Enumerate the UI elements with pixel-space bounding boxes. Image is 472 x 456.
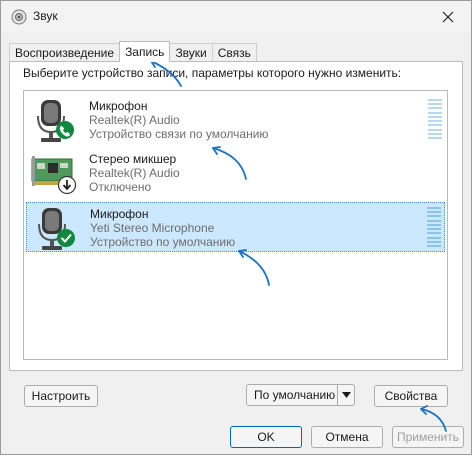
- recording-panel: Выберите устройство записи, параметры ко…: [9, 61, 463, 371]
- device-list[interactable]: Микрофон Realtek(R) Audio Устройство свя…: [23, 90, 448, 360]
- set-default-split-button[interactable]: По умолчанию: [246, 384, 355, 406]
- device-name: Стерео микшер: [89, 152, 177, 166]
- device-item-stereo-mix[interactable]: Стерео микшер Realtek(R) Audio Отключено: [26, 148, 445, 198]
- disabled-arrow-badge-icon: [57, 175, 77, 195]
- device-status: Устройство по умолчанию: [90, 235, 236, 249]
- check-badge-icon: [57, 229, 75, 247]
- sound-card-icon: [31, 156, 77, 195]
- device-driver: Realtek(R) Audio: [89, 166, 180, 180]
- cancel-button[interactable]: Отмена: [311, 426, 383, 448]
- properties-button[interactable]: Свойства: [374, 385, 448, 407]
- window-title: Звук: [33, 9, 58, 23]
- tab-strip: Воспроизведение Запись Звуки Связь: [9, 41, 257, 62]
- speaker-icon: [11, 9, 27, 25]
- tab-recording[interactable]: Запись: [119, 41, 171, 62]
- device-status: Устройство связи по умолчанию: [89, 127, 269, 141]
- dropdown-arrow[interactable]: [337, 385, 354, 405]
- instruction-text: Выберите устройство записи, параметры ко…: [23, 66, 402, 80]
- ok-button[interactable]: OK: [230, 426, 302, 448]
- device-name: Микрофон: [90, 207, 149, 221]
- device-driver: Realtek(R) Audio: [89, 113, 180, 127]
- tab-playback[interactable]: Воспроизведение: [9, 43, 121, 61]
- device-driver: Yeti Stereo Microphone: [90, 221, 215, 235]
- microphone-icon: [37, 100, 74, 142]
- tab-sounds[interactable]: Звуки: [169, 43, 213, 61]
- level-meter: [427, 207, 441, 247]
- device-item-microphone-yeti[interactable]: Микрофон Yeti Stereo Microphone Устройст…: [26, 202, 445, 252]
- level-meter: [428, 99, 442, 139]
- device-item-microphone-realtek[interactable]: Микрофон Realtek(R) Audio Устройство свя…: [26, 95, 445, 145]
- phone-badge-icon: [56, 121, 74, 139]
- set-default-label: По умолчанию: [254, 388, 336, 402]
- configure-button[interactable]: Настроить: [24, 385, 98, 407]
- close-button[interactable]: [425, 1, 471, 32]
- sound-dialog: Звук Воспроизведение Запись Звуки Связь …: [0, 0, 472, 455]
- device-status: Отключено: [89, 180, 152, 194]
- microphone-icon: [38, 208, 75, 250]
- apply-button[interactable]: Применить: [392, 426, 464, 448]
- chevron-down-icon: [341, 392, 351, 398]
- device-name: Микрофон: [89, 99, 148, 113]
- tab-communications[interactable]: Связь: [211, 43, 257, 61]
- title-bar: Звук: [1, 1, 471, 32]
- close-icon: [442, 11, 454, 22]
